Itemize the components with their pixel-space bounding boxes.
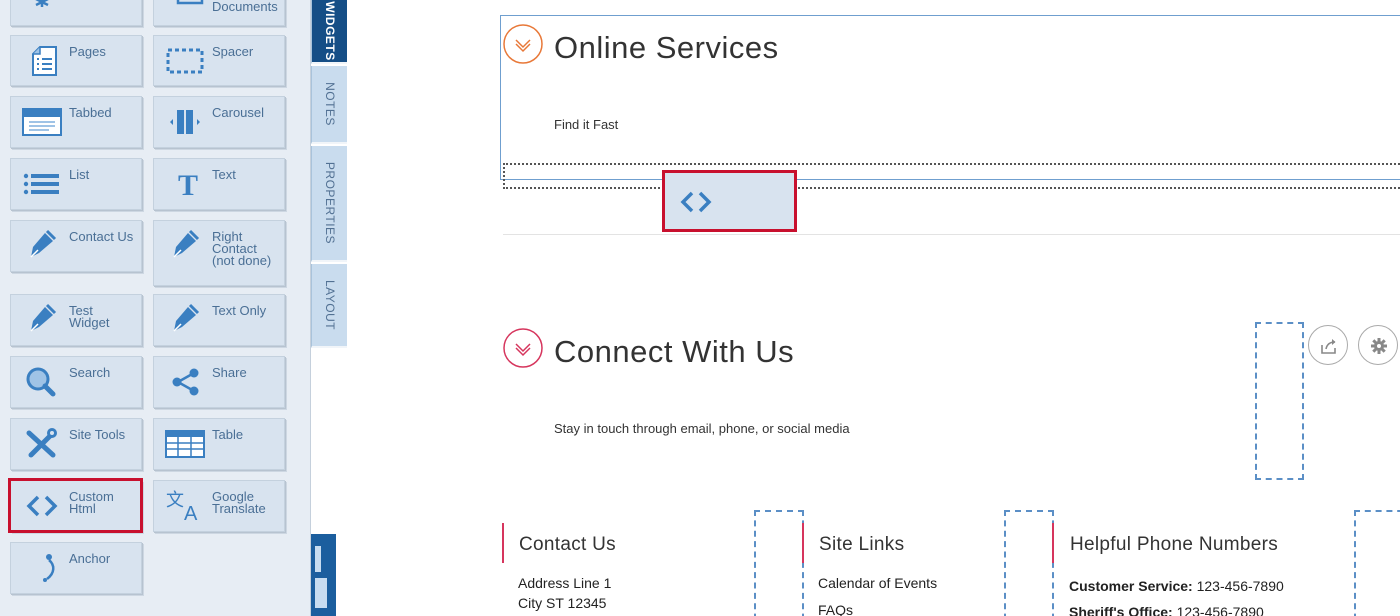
- widget-tile-right-contact[interactable]: Right Contact (not done): [153, 220, 285, 286]
- widget-tile-site-tools[interactable]: Site Tools: [10, 418, 142, 470]
- collapse-chevron-icon[interactable]: [503, 328, 543, 368]
- tabbed-icon: [22, 108, 62, 136]
- collapse-chevron-icon[interactable]: [503, 24, 543, 64]
- asterisk-icon: [35, 0, 49, 7]
- column-accent: [802, 523, 804, 563]
- widget-tile-google-translate[interactable]: 文 A Google Translate: [153, 480, 285, 532]
- section-title: Online Services: [554, 30, 779, 65]
- widget-tile-documents[interactable]: Documents: [153, 0, 285, 26]
- share-button[interactable]: [1308, 325, 1348, 365]
- svg-text:T: T: [178, 169, 198, 199]
- site-link[interactable]: FAQs: [818, 602, 853, 616]
- widget-tile-table[interactable]: Table: [153, 418, 285, 470]
- phone-line: Customer Service: 123-456-7890: [1069, 578, 1284, 594]
- widget-tile-text[interactable]: T Text: [153, 158, 285, 210]
- widget-tile-anchor[interactable]: Anchor: [10, 542, 142, 594]
- empty-column-placeholder[interactable]: [1255, 322, 1304, 480]
- widget-tile-asterisk[interactable]: [10, 0, 142, 26]
- column-title: Contact Us: [519, 534, 616, 555]
- widget-tile-pages[interactable]: Pages: [10, 35, 142, 86]
- list-icon: [23, 173, 59, 195]
- widget-tile-share[interactable]: Share: [153, 356, 285, 408]
- search-icon: [26, 367, 56, 397]
- pen-icon: [30, 303, 57, 332]
- widget-tile-search[interactable]: Search: [10, 356, 142, 408]
- section-subtitle: Stay in touch through email, phone, or s…: [554, 421, 850, 436]
- empty-column-placeholder[interactable]: [1354, 510, 1400, 616]
- code-icon: [680, 191, 712, 213]
- column-title: Site Links: [819, 534, 905, 555]
- drop-zone[interactable]: [503, 163, 1400, 189]
- tab-widgets[interactable]: WIDGETS: [311, 0, 347, 64]
- share-out-icon: [1321, 339, 1336, 354]
- text-icon: T: [178, 169, 198, 199]
- empty-column-placeholder[interactable]: [1004, 510, 1054, 616]
- section-subtitle: Find it Fast: [554, 117, 619, 132]
- column-title: Helpful Phone Numbers: [1070, 534, 1279, 555]
- pages-icon: [32, 46, 57, 76]
- panel-tabs: WIDGETS NOTES PROPERTIES LAYOUT: [311, 0, 347, 348]
- pen-icon: [30, 229, 57, 258]
- svg-text:文: 文: [166, 490, 184, 510]
- carousel-icon: [170, 110, 200, 134]
- column-accent: [1052, 523, 1054, 563]
- widget-tile-test-widget[interactable]: Test Widget: [10, 294, 142, 346]
- tab-properties[interactable]: PROPERTIES: [311, 146, 347, 262]
- spacer-icon: [166, 48, 204, 74]
- mini-toolbar[interactable]: [311, 534, 336, 616]
- widget-tile-list[interactable]: List: [10, 158, 142, 210]
- widget-tile-tabbed[interactable]: Tabbed: [10, 96, 142, 148]
- pen-icon: [173, 303, 200, 332]
- widget-tile-spacer[interactable]: Spacer: [153, 35, 285, 86]
- documents-icon: [176, 0, 204, 5]
- empty-column-placeholder[interactable]: [754, 510, 804, 616]
- table-icon: [165, 430, 205, 458]
- column-accent: [502, 523, 504, 563]
- share-icon: [172, 368, 199, 396]
- translate-icon: 文 A: [166, 490, 198, 521]
- section-title: Connect With Us: [554, 334, 795, 369]
- widget-tile-contact-us[interactable]: Contact Us: [10, 220, 142, 272]
- site-link[interactable]: Calendar of Events: [818, 575, 937, 591]
- widget-tile-text-only[interactable]: Text Only: [153, 294, 285, 346]
- svg-text:A: A: [184, 503, 198, 521]
- tools-icon: [26, 428, 57, 458]
- gear-icon: [1371, 338, 1387, 354]
- settings-button[interactable]: [1358, 325, 1398, 365]
- address-line: Address Line 1: [518, 575, 612, 591]
- section-divider: [503, 234, 1400, 235]
- tab-notes[interactable]: NOTES: [311, 66, 347, 144]
- anchor-icon: [43, 554, 55, 582]
- widget-tile-carousel[interactable]: Carousel: [153, 96, 285, 148]
- widget-panel: Documents Pages Spacer Tabbed Carousel L…: [0, 0, 311, 616]
- tab-layout[interactable]: LAYOUT: [311, 264, 347, 348]
- pen-icon: [173, 229, 200, 258]
- custom-html-highlight: [8, 478, 143, 533]
- dragged-custom-html-widget[interactable]: [662, 170, 797, 232]
- address-line: City ST 12345: [518, 595, 607, 611]
- phone-line: Sheriff's Office: 123-456-7890: [1069, 604, 1264, 616]
